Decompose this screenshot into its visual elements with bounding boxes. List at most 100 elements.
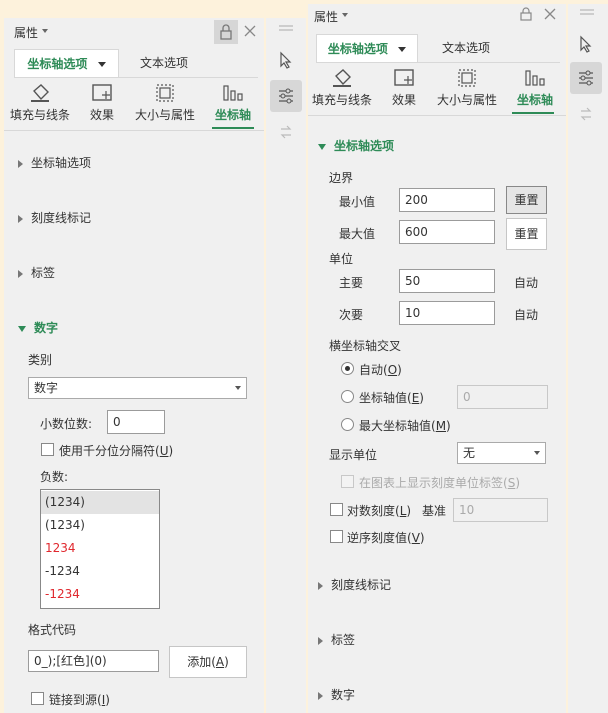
effects-icon bbox=[394, 69, 414, 86]
menu-lines-icon[interactable] bbox=[580, 8, 594, 16]
format-code-label: 格式代码 bbox=[28, 623, 77, 637]
category-fill-line[interactable]: 填充与线条 bbox=[8, 82, 72, 123]
close-icon[interactable] bbox=[544, 8, 556, 20]
tab-axis-options[interactable]: 坐标轴选项 bbox=[316, 34, 418, 62]
cursor-arrow-icon bbox=[280, 51, 292, 69]
panel-title-dropdown-icon[interactable] bbox=[42, 29, 48, 33]
input-value: 0 bbox=[113, 415, 121, 429]
link-to-source-checkbox[interactable] bbox=[31, 692, 44, 705]
chevron-down-icon[interactable] bbox=[398, 47, 407, 52]
sliders-icon bbox=[279, 88, 293, 104]
category-label: 大小与属性 bbox=[436, 93, 497, 107]
button-label: 重置 bbox=[514, 193, 539, 207]
category-effects[interactable]: 效果 bbox=[82, 82, 122, 123]
min-label: 最小值 bbox=[339, 195, 376, 209]
base-label: 基准 bbox=[422, 504, 447, 518]
caret-right-icon bbox=[318, 581, 323, 590]
horizontal-cross-label: 横坐标轴交叉 bbox=[329, 339, 402, 353]
category-effects[interactable]: 效果 bbox=[384, 67, 424, 108]
reset-max-button[interactable]: 重置 bbox=[506, 218, 547, 250]
properties-tool-button[interactable] bbox=[270, 80, 302, 112]
list-item[interactable]: -1234 bbox=[41, 560, 159, 583]
category-size-properties[interactable]: 大小与属性 bbox=[434, 67, 500, 108]
transform-icon bbox=[580, 107, 592, 121]
active-category-underline bbox=[212, 127, 254, 129]
minor-auto-label: 自动 bbox=[514, 308, 539, 322]
cross-value-input[interactable]: 0 bbox=[457, 385, 548, 409]
cross-value-radio[interactable] bbox=[341, 390, 354, 403]
category-label: 坐标轴 bbox=[516, 93, 553, 107]
negative-format-list[interactable]: (1234) (1234) 1234 -1234 -1234 bbox=[40, 489, 160, 609]
log-scale-checkbox[interactable] bbox=[330, 503, 343, 516]
section-axis-options[interactable]: 坐标轴选项 bbox=[318, 137, 394, 154]
panel-title-dropdown-icon[interactable] bbox=[342, 13, 348, 17]
section-label: 刻度线标记 bbox=[331, 578, 392, 592]
format-code-input[interactable]: 0_);[红色](0) bbox=[28, 650, 159, 672]
category-label: 填充与线条 bbox=[9, 108, 70, 122]
cross-auto-radio[interactable] bbox=[341, 362, 354, 375]
select-tool-button[interactable] bbox=[570, 28, 602, 60]
minor-unit-input[interactable]: 10 bbox=[399, 301, 495, 325]
thousands-separator-label: 使用千分位分隔符(U) bbox=[59, 444, 174, 458]
max-value-input[interactable]: 600 bbox=[399, 220, 495, 244]
input-value: 0 bbox=[463, 390, 471, 404]
properties-tool-button[interactable] bbox=[570, 62, 602, 94]
category-axis[interactable]: 坐标轴 bbox=[210, 82, 256, 123]
min-value-input[interactable]: 200 bbox=[399, 188, 495, 212]
display-units-label: 显示单位 bbox=[329, 448, 378, 462]
decimals-input[interactable]: 0 bbox=[107, 410, 165, 434]
select-tool-button[interactable] bbox=[270, 44, 302, 76]
side-toolbar-left bbox=[266, 18, 306, 713]
major-unit-input[interactable]: 50 bbox=[399, 269, 495, 293]
display-units-select[interactable]: 无 bbox=[457, 442, 546, 464]
number-category-select[interactable]: 数字 bbox=[28, 377, 247, 399]
category-divider bbox=[4, 130, 264, 131]
cross-max-label: 最大坐标轴值(M) bbox=[359, 419, 451, 433]
transform-tool-button[interactable] bbox=[570, 98, 602, 130]
section-tick-marks[interactable]: 刻度线标记 bbox=[318, 576, 391, 593]
minor-label: 次要 bbox=[339, 308, 364, 322]
lock-button[interactable] bbox=[214, 20, 238, 44]
axis-bars-icon bbox=[525, 70, 545, 86]
section-axis-options[interactable]: 坐标轴选项 bbox=[18, 154, 91, 171]
add-button[interactable]: 添加(A) bbox=[169, 646, 247, 678]
chevron-down-icon bbox=[235, 386, 241, 390]
panel-title: 属性 bbox=[14, 26, 39, 40]
section-tick-marks[interactable]: 刻度线标记 bbox=[18, 209, 91, 226]
reverse-order-label: 逆序刻度值(V) bbox=[347, 531, 425, 545]
log-scale-label: 对数刻度(L) bbox=[347, 504, 412, 518]
lock-icon[interactable] bbox=[519, 7, 533, 21]
section-labels[interactable]: 标签 bbox=[318, 631, 355, 648]
cross-max-radio[interactable] bbox=[341, 418, 354, 431]
paint-bucket-icon bbox=[31, 84, 49, 102]
section-number[interactable]: 数字 bbox=[318, 686, 355, 703]
show-units-label-text: 在图表上显示刻度单位标签(S) bbox=[359, 476, 520, 490]
log-base-input[interactable]: 10 bbox=[453, 498, 548, 522]
caret-down-icon bbox=[18, 325, 26, 332]
thousands-separator-checkbox[interactable] bbox=[41, 443, 54, 456]
active-category-underline bbox=[512, 112, 554, 114]
category-fill-line[interactable]: 填充与线条 bbox=[310, 67, 374, 108]
section-number[interactable]: 数字 bbox=[18, 319, 58, 336]
list-item[interactable]: (1234) bbox=[41, 491, 159, 514]
menu-lines-icon[interactable] bbox=[279, 24, 293, 32]
chevron-down-icon[interactable] bbox=[97, 62, 106, 67]
section-labels[interactable]: 标签 bbox=[18, 264, 55, 281]
close-icon[interactable] bbox=[244, 25, 256, 37]
list-item[interactable]: (1234) bbox=[41, 514, 159, 537]
category-size-properties[interactable]: 大小与属性 bbox=[132, 82, 198, 123]
reset-min-button[interactable]: 重置 bbox=[506, 186, 547, 214]
list-item[interactable]: -1234 bbox=[41, 583, 159, 606]
category-axis[interactable]: 坐标轴 bbox=[512, 67, 558, 108]
chevron-down-icon bbox=[534, 451, 540, 455]
reverse-order-checkbox[interactable] bbox=[330, 530, 343, 543]
properties-panel-left: 属性 坐标轴选项 文本选项 填充与线条 效果 大小与属性 坐标轴 坐标轴选项 刻… bbox=[4, 18, 264, 713]
transform-tool-button[interactable] bbox=[270, 116, 302, 148]
tab-text-options[interactable]: 文本选项 bbox=[124, 49, 204, 77]
tab-axis-options[interactable]: 坐标轴选项 bbox=[14, 49, 119, 77]
list-item[interactable]: 1234 bbox=[41, 537, 159, 560]
tab-text-options[interactable]: 文本选项 bbox=[426, 34, 506, 62]
category-label: 效果 bbox=[89, 108, 114, 122]
section-label: 坐标轴选项 bbox=[334, 139, 395, 153]
show-units-label-checkbox[interactable] bbox=[341, 475, 354, 488]
